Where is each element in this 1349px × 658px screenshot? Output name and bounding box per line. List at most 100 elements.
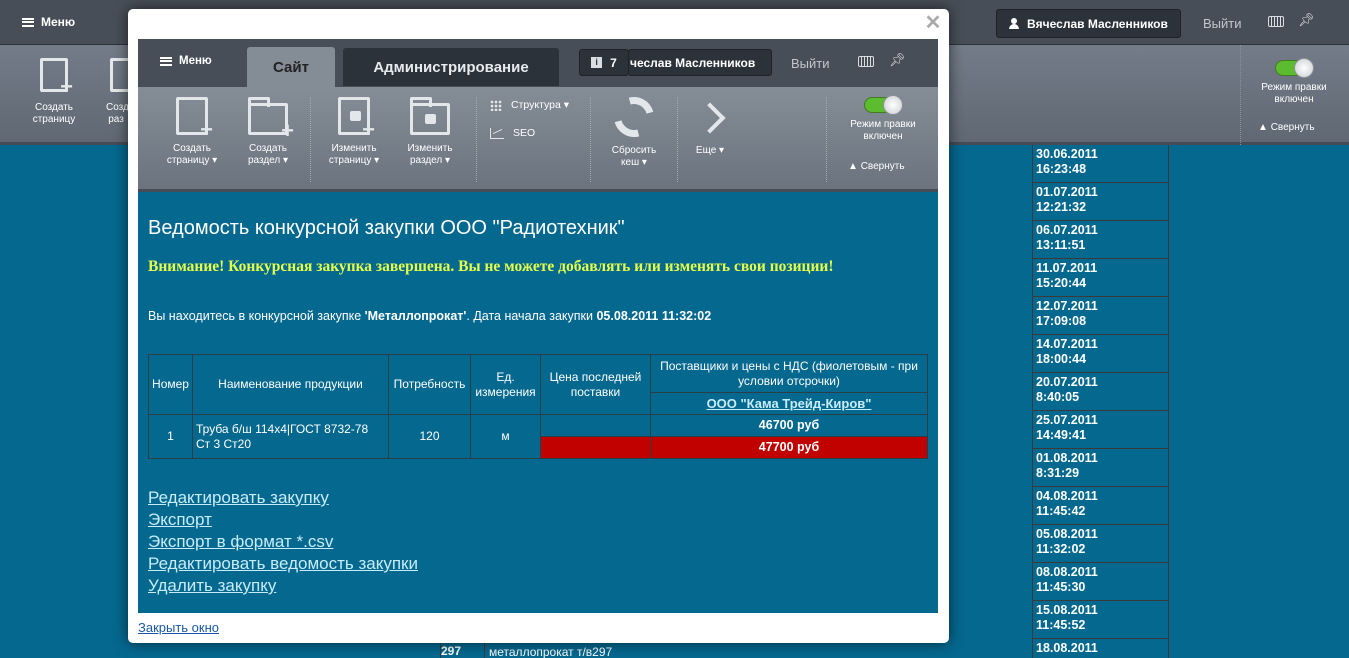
date-cell: 06.07.2011 13:11:51 xyxy=(1032,221,1169,259)
purchase-info: Вы находитесь в конкурсной закупке 'Мета… xyxy=(148,309,711,323)
date-cell: 30.06.2011 16:23:48 xyxy=(1032,145,1169,183)
exit-link[interactable]: Выйти xyxy=(791,56,830,71)
new-page-icon xyxy=(40,58,73,98)
refresh-icon xyxy=(606,89,662,145)
edit-purchase-link[interactable]: Редактировать закупку xyxy=(148,487,418,509)
toolbar-separator xyxy=(590,97,591,182)
date-value: 05.08.2011 xyxy=(1036,527,1098,541)
collapse-label: Свернуть xyxy=(860,161,905,172)
tab-administration[interactable]: Администрирование xyxy=(343,48,559,86)
bg-create-section-button[interactable]: Созд раз xyxy=(106,58,128,126)
bg-edit-mode-toggle[interactable]: Режим правки включен xyxy=(1256,58,1332,106)
time-value: 8:31:29 xyxy=(1036,466,1080,480)
time-value: 12:21:32 xyxy=(1036,200,1087,214)
time-value: 14:49:41 xyxy=(1036,428,1087,442)
actions-list: Редактировать закупку Экспорт Экспорт в … xyxy=(148,487,418,597)
bg-menu-label: Меню xyxy=(41,15,76,29)
modal-window: ✕ Меню Сайт Администрирование i 7 чеслав… xyxy=(128,9,949,643)
time-value: 16:23:48 xyxy=(1036,162,1087,176)
date-value: 14.07.2011 xyxy=(1036,337,1098,351)
info-prefix: Вы находитесь в конкурсной закупке xyxy=(148,309,365,323)
dates-column: 30.06.2011 16:23:48 01.07.2011 12:21:32 06.0… xyxy=(1032,145,1169,658)
edit-mode-label-1: Режим правки xyxy=(850,119,916,130)
date-value: 06.07.2011 xyxy=(1036,223,1098,237)
bg-row-name: металлопрокат т/в297 xyxy=(489,645,613,658)
toolbar-separator xyxy=(476,97,477,182)
bg-edit-mode-label: Режим правки включен xyxy=(1261,82,1327,105)
edit-statement-link[interactable]: Редактировать ведомость закупки xyxy=(148,553,418,575)
time-value: 13:11:51 xyxy=(1036,238,1086,252)
edit-section-label-2: раздел xyxy=(409,155,443,166)
more-label: Еще xyxy=(695,145,717,156)
keyboard-icon[interactable] xyxy=(858,56,874,67)
create-section-label-2: раздел xyxy=(247,155,281,166)
row-num: 1 xyxy=(148,414,193,459)
row-unit: м xyxy=(470,414,541,459)
create-page-button[interactable]: Создать страницу ▾ xyxy=(162,97,222,167)
export-csv-link[interactable]: Экспорт в формат *.csv xyxy=(148,531,418,553)
date-cell: 25.07.2011 14:49:41 xyxy=(1032,411,1169,449)
grid-icon xyxy=(490,99,502,111)
header-need: Потребность xyxy=(388,354,471,415)
bg-user-name: Вячеслав Масленников xyxy=(1027,16,1168,31)
new-folder-icon xyxy=(248,97,294,142)
row-product-name: Труба б/ш 114х4|ГОСТ 8732-78 Ст 3 Ст20 xyxy=(192,414,389,459)
info-purchase-name: 'Металлопрокат' xyxy=(364,309,467,323)
bg-collapse-label: Свернуть xyxy=(1270,122,1315,133)
bg-user-button[interactable]: Вячеслав Масленников xyxy=(996,9,1181,38)
time-value: 11:32:02 xyxy=(1036,542,1086,556)
reset-cache-button[interactable]: Сбросить кеш ▾ xyxy=(604,89,664,169)
close-window-link[interactable]: Закрыть окно xyxy=(138,620,219,635)
time-value: 18:00:44 xyxy=(1036,352,1087,366)
supplier-link[interactable]: ООО "Кама Трейд-Киров" xyxy=(707,396,872,411)
time-value: 8:40:05 xyxy=(1036,390,1080,404)
date-cell: 11.07.2011 15:20:44 xyxy=(1032,259,1169,297)
bg-exit-link[interactable]: Выйти xyxy=(1203,16,1242,31)
export-link[interactable]: Экспорт xyxy=(148,509,418,531)
user-icon xyxy=(1009,18,1019,29)
seo-label: SEO xyxy=(513,127,536,139)
more-button[interactable]: Еще ▾ xyxy=(686,97,734,157)
collapse-button[interactable]: ▲ Свернуть xyxy=(848,161,905,172)
bg-create-section-label: Созд раз xyxy=(106,102,128,125)
reset-cache-label-1: Сбросить xyxy=(611,145,657,156)
row-price-2: 47700 руб xyxy=(650,436,928,459)
toggle-switch[interactable] xyxy=(864,95,903,115)
user-name: чеслав Масленников xyxy=(630,55,756,70)
toggle-switch[interactable] xyxy=(1275,58,1314,78)
time-value: 11:45:30 xyxy=(1036,580,1086,594)
bg-menu-button[interactable]: Меню xyxy=(22,15,75,29)
pin-icon[interactable]: 📌︎ xyxy=(1298,13,1315,27)
toolbar-separator xyxy=(677,97,678,182)
create-section-button[interactable]: Создать раздел ▾ xyxy=(238,97,298,167)
header-suppliers: Поставщики и цены с НДС (фиолетовым - пр… xyxy=(650,354,928,393)
bg-collapse-button[interactable]: ▲ Свернуть xyxy=(1258,122,1315,133)
seo-button[interactable]: SEO xyxy=(490,127,535,139)
time-value: 11:45:52 xyxy=(1036,618,1086,632)
pin-icon[interactable]: 📌︎ xyxy=(889,53,906,67)
delete-purchase-link[interactable]: Удалить закупку xyxy=(148,575,418,597)
date-cell: 01.07.2011 12:21:32 xyxy=(1032,183,1169,221)
modal-frame: Меню Сайт Администрирование i 7 чеслав М… xyxy=(138,39,938,613)
user-button[interactable]: чеслав Масленников xyxy=(628,49,772,76)
notifications-button[interactable]: i 7 xyxy=(579,49,629,76)
structure-button[interactable]: Структура ▾ xyxy=(490,99,569,111)
edit-mode-toggle[interactable]: Режим правки включен xyxy=(843,95,923,143)
edit-mode-label-2: включен xyxy=(863,131,903,142)
edit-page-button[interactable]: Изменить страницу ▾ xyxy=(324,97,384,167)
date-value: 15.08.2011 xyxy=(1036,603,1098,617)
keyboard-icon[interactable] xyxy=(1268,16,1284,27)
reset-cache-label-2: кеш xyxy=(621,157,640,168)
bg-create-page-button[interactable]: Создать страницу xyxy=(24,58,84,126)
header-unit: Ед. измерения xyxy=(470,354,541,415)
bg-create-page-label: Создать страницу xyxy=(32,102,76,125)
tab-site[interactable]: Сайт xyxy=(247,47,335,87)
time-value: 17:09:08 xyxy=(1036,314,1087,328)
edit-section-button[interactable]: Изменить раздел ▾ xyxy=(400,97,460,167)
time-value: 11:45:42 xyxy=(1036,504,1086,518)
close-icon[interactable]: ✕ xyxy=(923,13,943,33)
date-value: 25.07.2011 xyxy=(1036,413,1098,427)
menu-button[interactable]: Меню xyxy=(160,55,212,67)
info-middle: . Дата начала закупки xyxy=(466,309,597,323)
date-cell: 18.08.2011 xyxy=(1032,639,1169,658)
